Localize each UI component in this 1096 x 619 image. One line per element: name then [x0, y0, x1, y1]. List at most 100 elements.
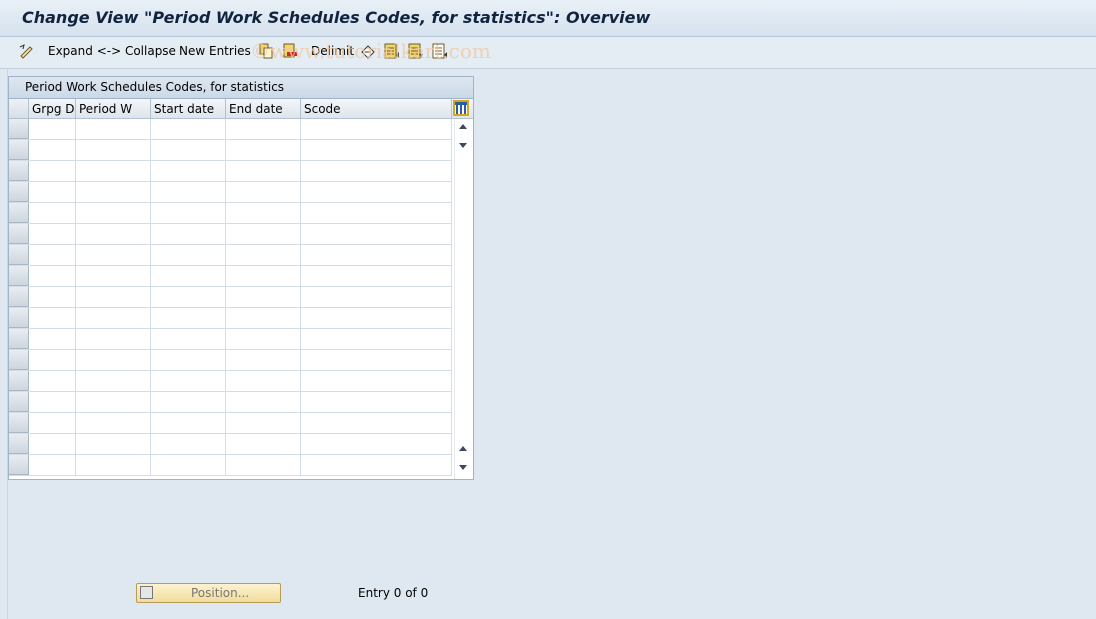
table-cell[interactable] [151, 329, 226, 349]
table-cell[interactable] [76, 455, 151, 475]
table-cell[interactable] [301, 161, 452, 181]
row-selector[interactable] [9, 371, 29, 391]
column-header-scode[interactable]: Scode [301, 99, 452, 119]
table-cell[interactable] [29, 392, 76, 412]
table-cell[interactable] [29, 224, 76, 244]
table-cell[interactable] [226, 287, 301, 307]
new-entries-button[interactable]: New Entries [179, 44, 251, 58]
table-cell[interactable] [76, 161, 151, 181]
table-cell[interactable] [151, 455, 226, 475]
row-selector[interactable] [9, 224, 29, 244]
table-cell[interactable] [151, 140, 226, 160]
table-cell[interactable] [29, 308, 76, 328]
table-cell[interactable] [301, 329, 452, 349]
row-selector[interactable] [9, 329, 29, 349]
row-selector[interactable] [9, 287, 29, 307]
delete-icon[interactable] [282, 43, 298, 59]
table-cell[interactable] [301, 308, 452, 328]
table-cell[interactable] [151, 371, 226, 391]
table-cell[interactable] [151, 308, 226, 328]
table-cell[interactable] [301, 371, 452, 391]
table-cell[interactable] [29, 203, 76, 223]
copy-icon[interactable] [258, 43, 274, 59]
row-selector[interactable] [9, 161, 29, 181]
table-cell[interactable] [76, 182, 151, 202]
table-cell[interactable] [76, 266, 151, 286]
table-settings-icon[interactable] [453, 100, 469, 116]
select-all-rows-button[interactable] [9, 99, 29, 119]
table-cell[interactable] [76, 140, 151, 160]
table-cell[interactable] [76, 392, 151, 412]
column-header-start-date[interactable]: Start date [151, 99, 226, 119]
scroll-down-top-icon[interactable] [459, 143, 467, 148]
table-cell[interactable] [301, 455, 452, 475]
table-cell[interactable] [301, 413, 452, 433]
table-cell[interactable] [226, 371, 301, 391]
table-cell[interactable] [76, 434, 151, 454]
table-cell[interactable] [301, 266, 452, 286]
table-cell[interactable] [29, 140, 76, 160]
table-cell[interactable] [151, 224, 226, 244]
table-cell[interactable] [226, 308, 301, 328]
table-cell[interactable] [301, 287, 452, 307]
table-cell[interactable] [226, 350, 301, 370]
table-cell[interactable] [226, 119, 301, 139]
row-selector[interactable] [9, 140, 29, 160]
table-cell[interactable] [226, 392, 301, 412]
delimit-button[interactable]: Delimit [311, 44, 354, 58]
table-cell[interactable] [76, 413, 151, 433]
table-cell[interactable] [226, 245, 301, 265]
select-all-icon[interactable] [384, 43, 400, 59]
table-cell[interactable] [151, 245, 226, 265]
table-cell[interactable] [151, 287, 226, 307]
change-display-icon[interactable] [19, 43, 35, 59]
row-selector[interactable] [9, 266, 29, 286]
table-cell[interactable] [226, 161, 301, 181]
row-selector[interactable] [9, 455, 29, 475]
row-selector[interactable] [9, 413, 29, 433]
select-block-icon[interactable] [408, 43, 424, 59]
table-cell[interactable] [301, 245, 452, 265]
table-cell[interactable] [151, 434, 226, 454]
scroll-up-bottom-icon[interactable] [459, 446, 467, 451]
table-cell[interactable] [151, 413, 226, 433]
table-cell[interactable] [29, 182, 76, 202]
table-cell[interactable] [301, 392, 452, 412]
scroll-down-bottom-icon[interactable] [459, 465, 467, 470]
table-cell[interactable] [29, 413, 76, 433]
row-selector[interactable] [9, 308, 29, 328]
table-cell[interactable] [301, 140, 452, 160]
table-cell[interactable] [301, 350, 452, 370]
table-cell[interactable] [76, 308, 151, 328]
table-cell[interactable] [29, 161, 76, 181]
row-selector[interactable] [9, 434, 29, 454]
table-cell[interactable] [301, 203, 452, 223]
table-cell[interactable] [76, 203, 151, 223]
expand-collapse-button[interactable]: Expand <-> Collapse [48, 44, 176, 58]
table-cell[interactable] [226, 203, 301, 223]
table-cell[interactable] [226, 266, 301, 286]
scroll-up-top-icon[interactable] [459, 124, 467, 129]
table-cell[interactable] [226, 224, 301, 244]
row-selector[interactable] [9, 245, 29, 265]
table-cell[interactable] [151, 266, 226, 286]
row-selector[interactable] [9, 182, 29, 202]
table-cell[interactable] [29, 245, 76, 265]
position-button[interactable]: Position... [136, 583, 281, 603]
table-cell[interactable] [226, 140, 301, 160]
table-cell[interactable] [301, 224, 452, 244]
table-cell[interactable] [226, 413, 301, 433]
table-cell[interactable] [29, 434, 76, 454]
vertical-scrollbar[interactable] [454, 119, 472, 479]
table-cell[interactable] [226, 329, 301, 349]
table-cell[interactable] [76, 371, 151, 391]
column-header-grpg-d[interactable]: Grpg D [29, 99, 76, 119]
row-selector[interactable] [9, 392, 29, 412]
table-cell[interactable] [151, 161, 226, 181]
table-cell[interactable] [29, 119, 76, 139]
column-header-end-date[interactable]: End date [226, 99, 301, 119]
table-cell[interactable] [226, 455, 301, 475]
table-cell[interactable] [76, 245, 151, 265]
table-cell[interactable] [226, 434, 301, 454]
table-cell[interactable] [76, 224, 151, 244]
